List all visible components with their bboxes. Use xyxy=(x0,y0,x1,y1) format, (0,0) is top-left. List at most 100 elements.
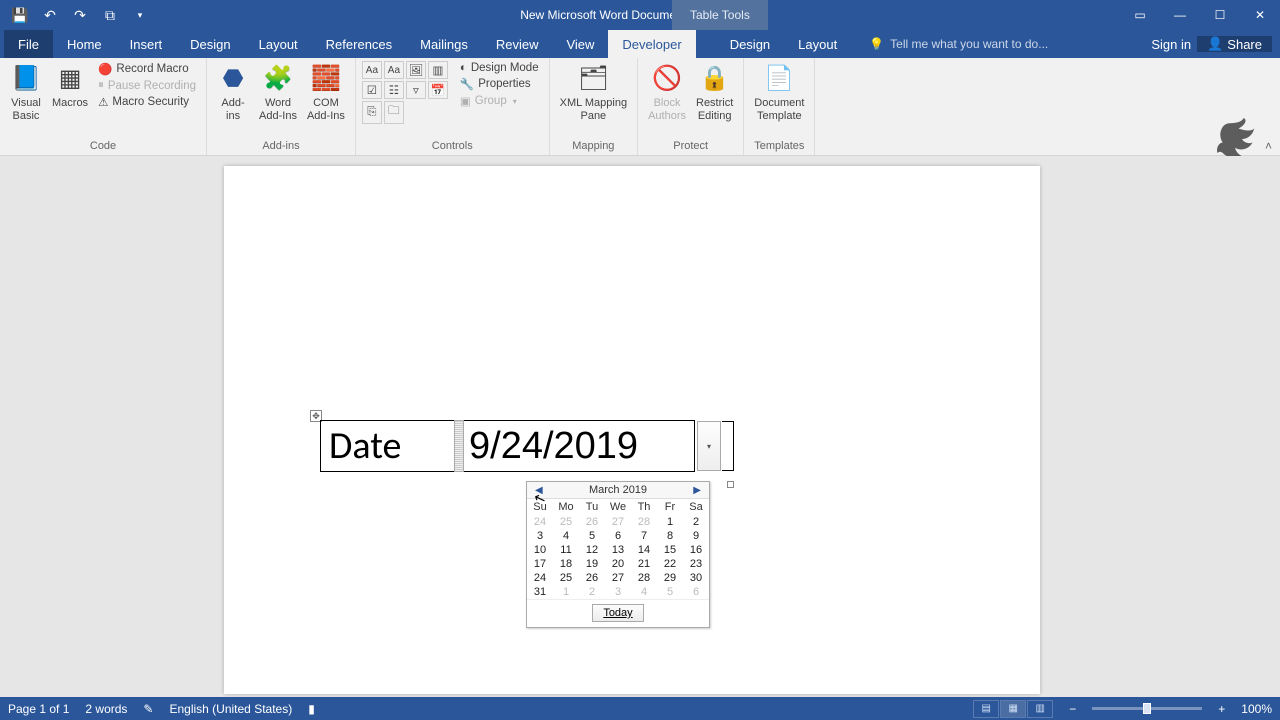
view-web-icon[interactable]: ▥ xyxy=(1027,700,1053,718)
table-cell-empty[interactable] xyxy=(722,421,734,471)
calendar-day[interactable]: 8 xyxy=(657,529,683,543)
tab-table-layout[interactable]: Layout xyxy=(784,30,851,58)
control-checkbox-icon[interactable]: ☑ xyxy=(362,81,382,99)
undo-icon[interactable]: ↶ xyxy=(36,2,64,28)
calendar-day[interactable]: 13 xyxy=(605,543,631,557)
calendar-day[interactable]: 9 xyxy=(683,529,709,543)
minimize-icon[interactable]: — xyxy=(1160,0,1200,30)
save-icon[interactable]: 💾 xyxy=(6,2,34,28)
table-resize-handle-icon[interactable] xyxy=(727,481,734,488)
com-addins-button[interactable]: 🧱COM Add-Ins xyxy=(303,61,349,124)
tab-references[interactable]: References xyxy=(312,30,406,58)
view-print-icon[interactable]: ▦ xyxy=(1000,700,1026,718)
calendar-day[interactable]: 1 xyxy=(553,585,579,599)
calendar-day[interactable]: 22 xyxy=(657,557,683,571)
calendar-day[interactable]: 14 xyxy=(631,543,657,557)
control-legacy-icon[interactable]: 🗀 xyxy=(384,101,404,124)
ribbon-display-icon[interactable]: ▭ xyxy=(1120,0,1160,30)
tab-file[interactable]: File xyxy=(4,30,53,58)
restrict-editing-button[interactable]: 🔒Restrict Editing xyxy=(692,61,737,124)
close-icon[interactable]: ✕ xyxy=(1240,0,1280,30)
calendar-day[interactable]: 3 xyxy=(605,585,631,599)
calendar-day[interactable]: 4 xyxy=(553,529,579,543)
calendar-day[interactable]: 12 xyxy=(579,543,605,557)
share-button[interactable]: 👤 Share xyxy=(1197,36,1272,52)
design-mode-button[interactable]: ◐Design Mode xyxy=(456,61,543,75)
calendar-day[interactable]: 24 xyxy=(527,571,553,585)
control-combobox-icon[interactable]: ☷ xyxy=(384,81,404,99)
tell-me-search[interactable]: 💡 Tell me what you want to do... xyxy=(851,30,1151,58)
word-addins-button[interactable]: 🧩Word Add-Ins xyxy=(255,61,301,124)
collapse-ribbon-icon[interactable]: ˄ xyxy=(1265,139,1272,153)
calendar-day[interactable]: 15 xyxy=(657,543,683,557)
calendar-day[interactable]: 5 xyxy=(579,529,605,543)
control-repeating-icon[interactable]: ⎘ xyxy=(362,101,382,124)
tab-home[interactable]: Home xyxy=(53,30,116,58)
sign-in-link[interactable]: Sign in xyxy=(1151,37,1191,52)
calendar-day[interactable]: 26 xyxy=(579,571,605,585)
table-cell-label[interactable]: Date xyxy=(321,421,455,472)
calendar-day[interactable]: 28 xyxy=(631,571,657,585)
zoom-slider[interactable] xyxy=(1092,707,1202,710)
control-datepicker-icon[interactable]: 📅 xyxy=(428,81,448,99)
visual-basic-button[interactable]: 📘Visual Basic xyxy=(6,61,46,124)
tab-mailings[interactable]: Mailings xyxy=(406,30,482,58)
calendar-day[interactable]: 17 xyxy=(527,557,553,571)
calendar-day[interactable]: 31 xyxy=(527,585,553,599)
calendar-day[interactable]: 5 xyxy=(657,585,683,599)
record-macro-button[interactable]: 🔴Record Macro xyxy=(94,61,200,77)
calendar-day[interactable]: 25 xyxy=(553,515,579,529)
tab-design[interactable]: Design xyxy=(176,30,244,58)
xml-mapping-button[interactable]: 🗂XML Mapping Pane xyxy=(556,61,631,124)
datepicker-value[interactable]: 9/24/2019 xyxy=(469,425,638,467)
properties-button[interactable]: 🔧Properties xyxy=(456,76,543,92)
calendar-day[interactable]: 29 xyxy=(657,571,683,585)
tab-review[interactable]: Review xyxy=(482,30,553,58)
tab-table-design[interactable]: Design xyxy=(716,30,784,58)
macro-security-button[interactable]: ⚠Macro Security xyxy=(94,94,200,110)
calendar-day[interactable]: 30 xyxy=(683,571,709,585)
tab-insert[interactable]: Insert xyxy=(116,30,177,58)
calendar-day[interactable]: 23 xyxy=(683,557,709,571)
calendar-day[interactable]: 16 xyxy=(683,543,709,557)
status-macro-icon[interactable]: ▮ xyxy=(308,702,315,716)
calendar-day[interactable]: 20 xyxy=(605,557,631,571)
table-cell-datepicker[interactable]: 9/24/2019 ▾ xyxy=(455,421,695,472)
status-proofing-icon[interactable]: ✎ xyxy=(143,702,153,716)
calendar-day[interactable]: 19 xyxy=(579,557,605,571)
content-control-grip-icon[interactable] xyxy=(454,420,464,472)
tab-view[interactable]: View xyxy=(552,30,608,58)
document-template-button[interactable]: 📄Document Template xyxy=(750,61,808,124)
calendar-day[interactable]: 25 xyxy=(553,571,579,585)
calendar-day[interactable]: 2 xyxy=(683,515,709,529)
datepicker-dropdown-icon[interactable]: ▾ xyxy=(697,421,721,471)
status-page[interactable]: Page 1 of 1 xyxy=(8,702,69,716)
zoom-thumb-icon[interactable] xyxy=(1143,703,1151,714)
zoom-out-icon[interactable]: − xyxy=(1069,702,1076,716)
calendar-day[interactable]: 28 xyxy=(631,515,657,529)
qat-dropdown-icon[interactable]: ▾ xyxy=(126,2,154,28)
status-language[interactable]: English (United States) xyxy=(169,702,292,716)
macros-button[interactable]: ▦Macros xyxy=(48,61,92,112)
calendar-day[interactable]: 27 xyxy=(605,571,631,585)
document-table[interactable]: Date 9/24/2019 ▾ xyxy=(320,420,695,472)
zoom-level[interactable]: 100% xyxy=(1241,702,1272,716)
control-plaintext-icon[interactable]: Aa xyxy=(384,61,404,79)
calendar-day[interactable]: 7 xyxy=(631,529,657,543)
control-picture-icon[interactable]: 🖼 xyxy=(406,61,426,79)
document-area[interactable]: ✥ Date 9/24/2019 ▾ ◀ March 2019 ▶ SuMoTu… xyxy=(0,156,1280,697)
calendar-month-label[interactable]: March 2019 xyxy=(547,484,690,496)
calendar-day[interactable]: 27 xyxy=(605,515,631,529)
calendar-day[interactable]: 21 xyxy=(631,557,657,571)
calendar-day[interactable]: 26 xyxy=(579,515,605,529)
redo-icon[interactable]: ↷ xyxy=(66,2,94,28)
touch-mode-icon[interactable]: ⧉ xyxy=(96,2,124,28)
tab-developer[interactable]: Developer xyxy=(608,30,695,58)
calendar-day[interactable]: 18 xyxy=(553,557,579,571)
calendar-day[interactable]: 4 xyxy=(631,585,657,599)
calendar-day[interactable]: 2 xyxy=(579,585,605,599)
calendar-day[interactable]: 6 xyxy=(683,585,709,599)
calendar-day[interactable]: 6 xyxy=(605,529,631,543)
tab-layout[interactable]: Layout xyxy=(245,30,312,58)
calendar-today-button[interactable]: Today xyxy=(592,604,643,622)
